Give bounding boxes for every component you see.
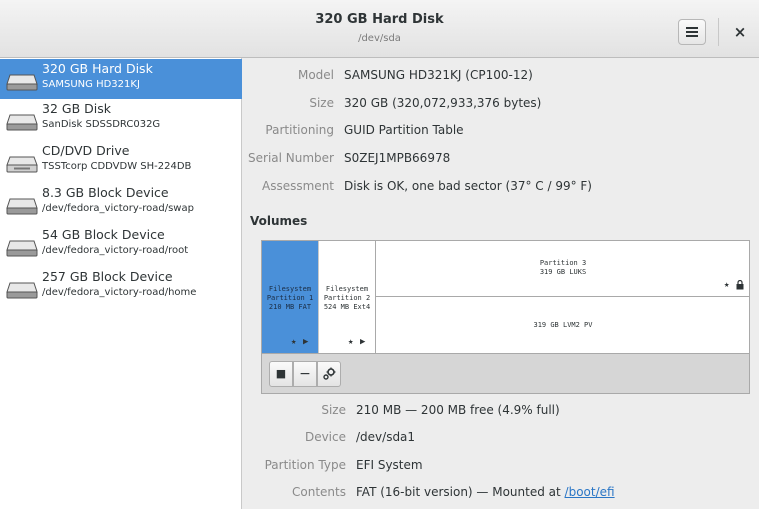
device-label: Device (304, 430, 346, 444)
partition-3-name: Partition 3 (539, 259, 587, 267)
serial-number-label: Serial Number (248, 151, 334, 165)
close-button[interactable]: × (729, 19, 751, 45)
volume-size-label: Size (321, 403, 346, 417)
header-separator (718, 18, 719, 46)
window-title: 320 GB Hard Disk (315, 12, 444, 27)
partition-2-type: Filesystem (325, 285, 369, 293)
device-name: 54 GB Block Device (42, 227, 165, 242)
mounted-play-icon: ▶ (360, 337, 366, 347)
minus-icon: − (299, 366, 311, 382)
sidebar-item-home-block-device[interactable]: 257 GB Block Device /dev/fedora_victory-… (0, 267, 242, 307)
device-path: /dev/fedora_victory-road/root (42, 245, 189, 256)
partition-3-block[interactable]: Partition 3 319 GB LUKS ★ (376, 241, 750, 297)
partition-1-size: 210 MB FAT (268, 303, 312, 311)
partition-2-name: Partition 2 (323, 294, 371, 302)
model-value: SAMSUNG HD321KJ (CP100-12) (344, 68, 533, 82)
hard-disk-icon (6, 74, 38, 91)
size-value: 320 GB (320,072,933,376 bytes) (344, 96, 542, 110)
device-name: 320 GB Hard Disk (42, 61, 153, 76)
hard-disk-icon (6, 114, 38, 131)
volume-size-value: 210 MB — 200 MB free (4.9% full) (356, 403, 560, 417)
device-model: SAMSUNG HD321KJ (42, 79, 140, 90)
partition-1-type: Filesystem (268, 285, 312, 293)
lock-icon (736, 280, 744, 290)
partition-settings-button[interactable] (317, 361, 341, 387)
optical-drive-icon (6, 156, 38, 173)
device-value: /dev/sda1 (356, 430, 416, 444)
stop-icon: ■ (275, 367, 287, 380)
volumes-heading: Volumes (250, 214, 308, 228)
window-subtitle: /dev/sda (358, 33, 401, 44)
device-sidebar: 320 GB Hard Disk SAMSUNG HD321KJ 32 GB D… (0, 58, 242, 509)
device-path: /dev/fedora_victory-road/home (42, 287, 197, 298)
device-name: 8.3 GB Block Device (42, 185, 169, 200)
device-path: /dev/fedora_victory-road/swap (42, 203, 194, 214)
lvm-volume-label: 319 GB LVM2 PV (533, 321, 593, 329)
lvm-volume-block[interactable]: 319 GB LVM2 PV (376, 297, 750, 353)
unmount-button[interactable]: ■ (269, 361, 293, 387)
device-name: 32 GB Disk (42, 101, 111, 116)
volume-map: Filesystem Partition 1 210 MB FAT ★ ▶ Fi… (261, 240, 750, 354)
mount-point-link[interactable]: /boot/efi (565, 485, 615, 499)
star-icon: ★ (348, 337, 354, 347)
gears-icon (323, 367, 336, 380)
device-name: 257 GB Block Device (42, 269, 173, 284)
size-label: Size (309, 96, 334, 110)
hard-disk-icon (6, 282, 38, 299)
delete-partition-button[interactable]: − (293, 361, 317, 387)
sidebar-item-swap-block-device[interactable]: 8.3 GB Block Device /dev/fedora_victory-… (0, 183, 242, 223)
device-model: SanDisk SDSSDRC032G (42, 119, 161, 130)
hard-disk-icon (6, 240, 38, 257)
assessment-value: Disk is OK, one bad sector (37° C / 99° … (344, 179, 592, 193)
serial-number-value: S0ZEJ1MPB66978 (344, 151, 451, 165)
sidebar-item-32gb-disk[interactable]: 32 GB Disk SanDisk SDSSDRC032G (0, 99, 242, 139)
partition-type-label: Partition Type (264, 458, 346, 472)
mounted-play-icon: ▶ (303, 337, 309, 347)
contents-description: FAT (16-bit version) — Mounted at (356, 485, 565, 499)
hard-disk-icon (6, 198, 38, 215)
star-icon: ★ (724, 280, 730, 290)
device-model: TSSTcorp CDDVDW SH-224DB (42, 161, 192, 172)
contents-value: FAT (16-bit version) — Mounted at /boot/… (356, 485, 615, 499)
device-name: CD/DVD Drive (42, 143, 130, 158)
contents-label: Contents (292, 485, 346, 499)
partitioning-label: Partitioning (265, 123, 334, 137)
partition-2-block[interactable]: Filesystem Partition 2 524 MB Ext4 ★ ▶ (319, 241, 376, 353)
partition-1-name: Partition 1 (266, 294, 314, 302)
sidebar-item-root-block-device[interactable]: 54 GB Block Device /dev/fedora_victory-r… (0, 225, 242, 265)
assessment-label: Assessment (262, 179, 334, 193)
model-label: Model (297, 68, 334, 82)
drive-menu-button[interactable] (678, 19, 706, 45)
disks-window: 320 GB Hard Disk /dev/sda × 320 GB Hard … (0, 0, 759, 509)
partition-2-size: 524 MB Ext4 (323, 303, 371, 311)
hamburger-menu-icon (686, 27, 698, 37)
close-icon: × (733, 23, 747, 41)
partition-1-block[interactable]: Filesystem Partition 1 210 MB FAT ★ ▶ (262, 241, 319, 353)
partition-type-value: EFI System (356, 458, 423, 472)
sidebar-item-cd-dvd-drive[interactable]: CD/DVD Drive TSSTcorp CDDVDW SH-224DB (0, 141, 242, 181)
partitioning-value: GUID Partition Table (344, 123, 464, 137)
sidebar-item-320gb-hard-disk[interactable]: 320 GB Hard Disk SAMSUNG HD321KJ (0, 59, 242, 99)
header-bar: 320 GB Hard Disk /dev/sda × (0, 0, 759, 58)
star-icon: ★ (291, 337, 297, 347)
volume-toolbar: ■ − (261, 354, 750, 394)
partition-3-size: 319 GB LUKS (539, 268, 587, 276)
